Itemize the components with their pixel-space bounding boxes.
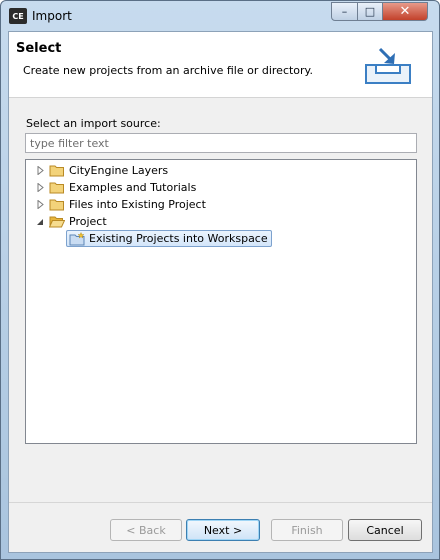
title-bar[interactable]: CE Import – □ ✕: [1, 1, 439, 31]
import-dialog: CE Import – □ ✕ Select Create new projec…: [0, 0, 440, 560]
dialog-body: Select Create new projects from an archi…: [8, 31, 433, 553]
tree-item-files-into-existing-project[interactable]: Files into Existing Project: [35, 196, 206, 213]
wizard-banner: Select Create new projects from an archi…: [9, 32, 432, 98]
minimize-button[interactable]: –: [331, 2, 358, 21]
folder-icon: [49, 182, 64, 194]
tree-item-label: Files into Existing Project: [69, 198, 206, 211]
tree-item-existing-projects-into-workspace[interactable]: Existing Projects into Workspace: [66, 230, 272, 247]
open-folder-icon: [49, 216, 65, 228]
cancel-button[interactable]: Cancel: [348, 519, 422, 541]
folder-icon: [49, 165, 64, 177]
close-button[interactable]: ✕: [382, 2, 428, 21]
expand-arrow-icon[interactable]: [35, 183, 45, 193]
button-bar-separator: [9, 502, 432, 503]
page-title: Select: [16, 41, 62, 56]
import-source-label: Select an import source:: [26, 117, 161, 130]
folder-icon: [49, 199, 64, 211]
next-button[interactable]: Next >: [186, 519, 260, 541]
cityengine-app-icon: CE: [9, 8, 27, 24]
minimize-icon: –: [341, 5, 348, 18]
back-button[interactable]: < Back: [110, 519, 182, 541]
tree-item-label: CityEngine Layers: [69, 164, 169, 177]
filter-input[interactable]: [25, 133, 417, 153]
import-source-tree[interactable]: CityEngine Layers Examples and Tutorials…: [25, 159, 417, 444]
maximize-button[interactable]: □: [357, 2, 383, 21]
window-title: Import: [32, 9, 72, 23]
tree-item-label: Project: [69, 215, 107, 228]
tree-item-label: Examples and Tutorials: [69, 181, 197, 194]
page-description: Create new projects from an archive file…: [23, 64, 313, 77]
tree-item-cityengine-layers[interactable]: CityEngine Layers: [35, 162, 168, 179]
finish-button[interactable]: Finish: [271, 519, 343, 541]
expand-arrow-icon[interactable]: [35, 166, 45, 176]
tree-item-label: Existing Projects into Workspace: [89, 232, 268, 245]
close-icon: ✕: [399, 4, 411, 19]
expand-arrow-icon[interactable]: [35, 200, 45, 210]
tree-item-examples-and-tutorials[interactable]: Examples and Tutorials: [35, 179, 196, 196]
collapse-arrow-icon[interactable]: [35, 217, 45, 227]
maximize-icon: □: [364, 5, 376, 18]
import-wizard-icon: [365, 47, 411, 84]
project-wizard-icon: [69, 231, 85, 245]
tree-item-project[interactable]: Project: [35, 213, 107, 230]
